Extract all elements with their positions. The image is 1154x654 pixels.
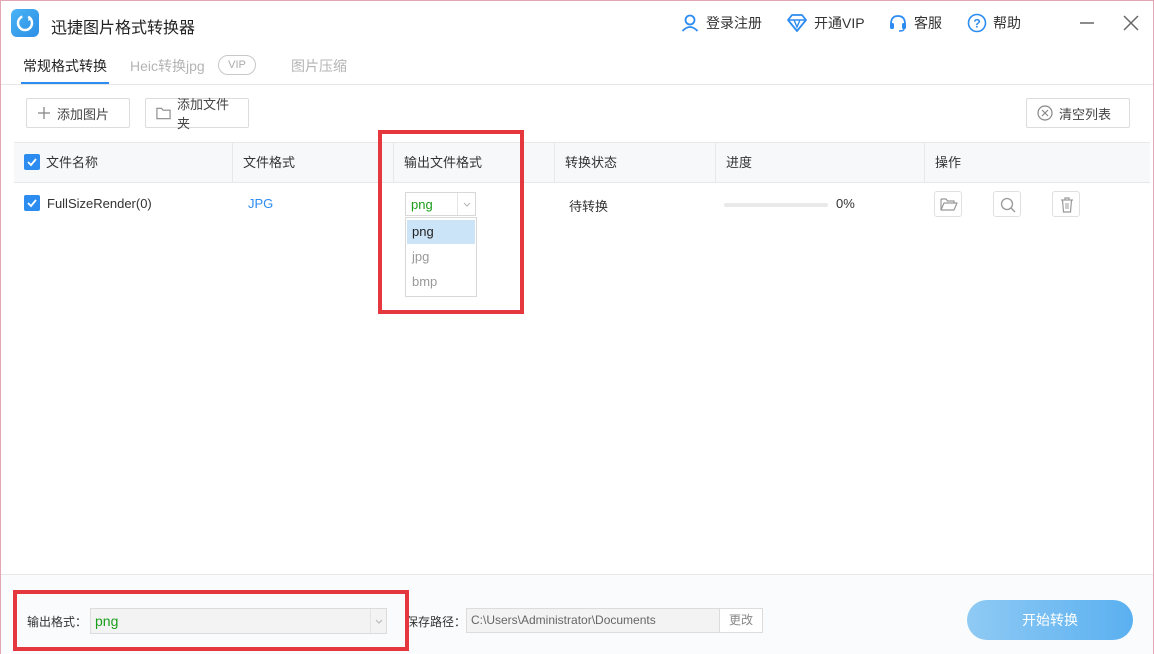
start-conversion-button[interactable]: 开始转换 xyxy=(967,600,1133,640)
user-icon xyxy=(681,14,699,32)
title-bar: 迅捷图片格式转换器 登录注册 开通VIP 客服 ? 帮助 xyxy=(1,1,1153,45)
help-label: 帮助 xyxy=(993,15,1021,31)
folder-icon xyxy=(156,107,171,120)
customer-service-button[interactable]: 客服 xyxy=(888,12,942,34)
open-vip-button[interactable]: 开通VIP xyxy=(786,12,865,34)
highlight-box-output-format xyxy=(13,590,409,651)
login-register-label: 登录注册 xyxy=(706,15,762,31)
check-icon xyxy=(27,199,37,208)
tab-bar: 常规格式转换 Heic转换jpg VIP 图片压缩 xyxy=(1,45,1153,85)
clear-list-label: 清空列表 xyxy=(1059,106,1112,122)
help-icon: ? xyxy=(967,13,987,33)
column-header-filename: 文件名称 xyxy=(46,155,99,170)
delete-button[interactable] xyxy=(1052,191,1080,217)
add-image-button[interactable]: 添加图片 xyxy=(26,98,130,128)
open-vip-label: 开通VIP xyxy=(814,15,865,31)
tab-image-compress[interactable]: 图片压缩 xyxy=(291,56,347,76)
svg-text:?: ? xyxy=(973,17,980,31)
add-folder-button[interactable]: 添加文件夹 xyxy=(145,97,249,131)
add-folder-label: 添加文件夹 xyxy=(177,97,230,131)
row-filename: FullSizeRender(0) xyxy=(47,196,152,211)
headset-icon xyxy=(890,15,906,32)
save-path-field[interactable]: C:\Users\Administrator\Documents xyxy=(466,608,720,633)
vip-badge: VIP xyxy=(218,55,256,75)
highlight-box-output-column xyxy=(378,130,524,314)
row-checkbox[interactable] xyxy=(24,195,40,211)
folder-open-icon xyxy=(940,198,958,211)
login-register-button[interactable]: 登录注册 xyxy=(680,12,762,34)
row-progress-bar xyxy=(724,203,828,207)
tab-heic-to-jpg[interactable]: Heic转换jpg xyxy=(130,56,205,76)
diamond-icon xyxy=(787,14,807,32)
column-header-status: 转换状态 xyxy=(554,143,715,182)
preview-button[interactable] xyxy=(993,191,1021,217)
row-status: 待转换 xyxy=(569,199,609,214)
column-header-actions: 操作 xyxy=(924,143,1150,182)
help-button[interactable]: ? 帮助 xyxy=(967,12,1021,34)
app-window: 迅捷图片格式转换器 登录注册 开通VIP 客服 ? 帮助 常规格式转换 Heic… xyxy=(0,0,1154,654)
change-path-button[interactable]: 更改 xyxy=(719,608,763,633)
app-logo-icon xyxy=(11,9,39,37)
save-path-label: 保存路径： xyxy=(406,615,467,629)
plus-icon xyxy=(38,107,50,119)
open-folder-button[interactable] xyxy=(934,191,962,217)
column-header-format: 文件格式 xyxy=(232,143,393,182)
active-tab-indicator xyxy=(21,82,109,84)
tab-regular-conversion[interactable]: 常规格式转换 xyxy=(23,56,107,76)
minimize-button[interactable] xyxy=(1077,13,1097,33)
row-file-format: JPG xyxy=(248,196,274,211)
close-icon xyxy=(1123,15,1139,31)
app-title: 迅捷图片格式转换器 xyxy=(51,20,196,37)
table-header: 文件名称 文件格式 输出文件格式 转换状态 进度 操作 xyxy=(14,142,1150,183)
customer-service-label: 客服 xyxy=(914,15,942,31)
search-icon xyxy=(1000,197,1016,213)
close-button[interactable] xyxy=(1121,13,1141,33)
column-header-progress: 进度 xyxy=(715,143,924,182)
clear-circle-icon xyxy=(1037,105,1053,121)
minimize-icon xyxy=(1080,22,1094,24)
row-progress-text: 0% xyxy=(836,196,855,211)
trash-icon xyxy=(1061,197,1073,213)
clear-list-button[interactable]: 清空列表 xyxy=(1026,98,1130,128)
add-image-label: 添加图片 xyxy=(57,106,110,122)
table-row: FullSizeRender(0) JPG 待转换 0% xyxy=(14,183,1150,225)
